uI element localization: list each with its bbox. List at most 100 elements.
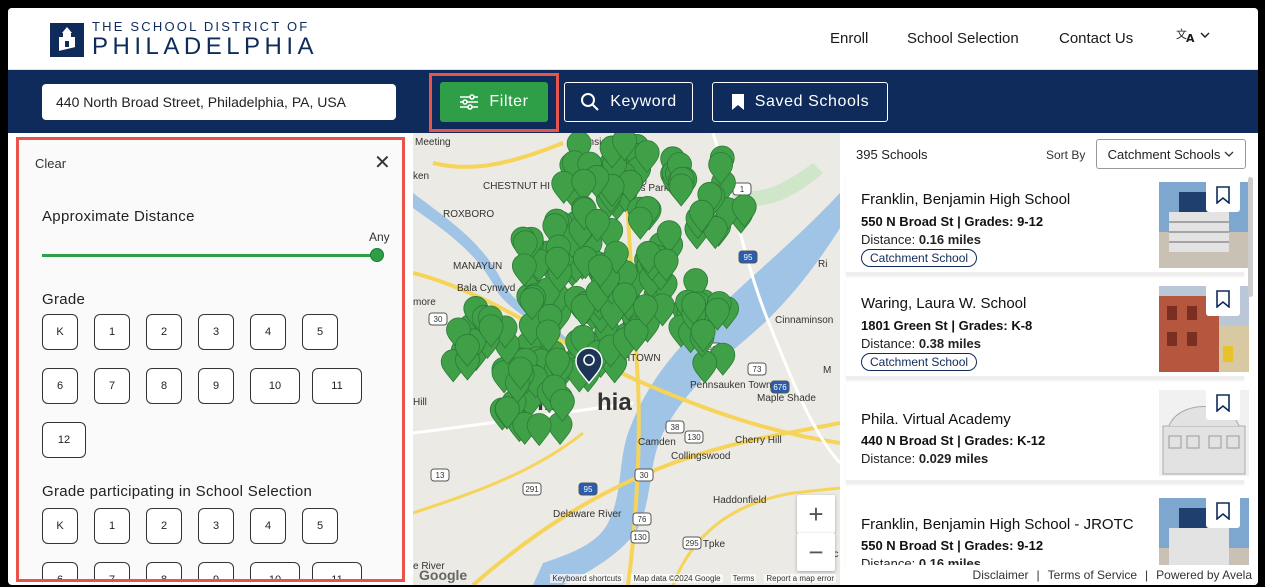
route-shield: 73 [747, 362, 767, 376]
map-place-label: Cinnaminson [775, 315, 833, 326]
school-address: 550 N Broad St | Grades: 9-12 [861, 538, 1044, 553]
grade-option-5[interactable]: 5 [302, 508, 338, 544]
map-place-label: hia [597, 389, 632, 416]
grade-option-9[interactable]: 9 [198, 368, 234, 404]
school-map-pin[interactable] [627, 206, 653, 240]
map-canvas[interactable]: Meeting GlensideCHESTNUT HI ns ParkROXBORO… [413, 133, 840, 585]
school-map[interactable]: Meeting Glenside CHESTNUT HI ns Park ROXBORO… [413, 133, 840, 585]
grade-option-2[interactable]: 2 [146, 508, 182, 544]
grade-option-3[interactable]: 3 [198, 314, 234, 350]
grade-option-k[interactable]: K [42, 314, 78, 350]
bookmark-button[interactable] [1206, 282, 1240, 316]
zoom-out-button[interactable]: − [797, 533, 835, 571]
address-input[interactable] [42, 84, 396, 120]
svg-text:95: 95 [584, 485, 593, 494]
grade-option-11[interactable]: 11 [312, 368, 362, 404]
school-card[interactable]: Franklin, Benjamin High School 550 N Bro… [846, 176, 1249, 276]
grade-option-8[interactable]: 8 [146, 368, 182, 404]
school-name[interactable]: Phila. Virtual Academy [861, 411, 1011, 428]
school-address: 1801 Green St | Grades: K-8 [861, 318, 1033, 333]
grade-option-11[interactable]: 11 [312, 562, 362, 579]
school-map-pin[interactable] [668, 173, 694, 207]
school-map-pin[interactable] [526, 413, 552, 447]
grade-option-9[interactable]: 9 [198, 562, 234, 579]
bookmark-button[interactable] [1206, 494, 1240, 528]
bookmark-button[interactable] [1206, 386, 1240, 420]
sort-by-label: Sort By [1046, 148, 1086, 162]
language-selector[interactable]: 文 A [1176, 26, 1210, 44]
school-card[interactable]: Phila. Virtual Academy 440 N Broad St | … [846, 384, 1249, 484]
grade-option-1[interactable]: 1 [94, 314, 130, 350]
grade-option-5[interactable]: 5 [302, 314, 338, 350]
grade-option-12[interactable]: 12 [42, 422, 86, 458]
map-terms-link[interactable]: Terms [730, 573, 757, 583]
keyword-button[interactable]: Keyword [564, 82, 693, 122]
distance-slider-handle[interactable] [370, 248, 384, 262]
distance-value: Any [369, 230, 390, 244]
map-footer: Keyboard shortcuts Map data ©2024 Google… [413, 571, 840, 585]
svg-text:130: 130 [633, 533, 647, 542]
bookmark-outline-icon [1216, 186, 1230, 204]
grade-option-4[interactable]: 4 [250, 314, 286, 350]
grade-option-2[interactable]: 2 [146, 314, 182, 350]
search-bar: Filter Keyword Saved Schools [8, 70, 1258, 133]
map-place-label: Hill [413, 397, 427, 408]
terms-of-service-link[interactable]: Terms of Service [1048, 568, 1137, 582]
clear-filters-link[interactable]: Clear [35, 156, 66, 171]
results-scrollbar[interactable] [1248, 177, 1253, 297]
bookmark-button[interactable] [1206, 178, 1240, 212]
route-shield: 130 [630, 530, 650, 544]
map-place-label: more [413, 297, 436, 308]
svg-text:291: 291 [525, 485, 539, 494]
route-shield: 95 [578, 482, 598, 496]
school-name[interactable]: Franklin, Benjamin High School - JROTC [861, 516, 1134, 533]
nav-school-selection[interactable]: School Selection [907, 30, 1019, 47]
report-map-error-link[interactable]: Report a map error [764, 573, 836, 583]
filter-highlight-box [429, 73, 559, 132]
svg-text:130: 130 [687, 433, 701, 442]
logo-bottom-text: PHILADELPHIA [92, 33, 319, 60]
grade-option-6[interactable]: 6 [42, 562, 78, 579]
nav-enroll[interactable]: Enroll [830, 30, 868, 47]
map-place-label: Collingswood [671, 451, 730, 462]
keyboard-shortcuts-link[interactable]: Keyboard shortcuts [550, 573, 624, 583]
grade-option-6[interactable]: 6 [42, 368, 78, 404]
chevron-down-icon [1200, 32, 1210, 38]
route-shield: 13 [430, 468, 450, 482]
map-place-label: Camden [638, 437, 676, 448]
grade-option-1[interactable]: 1 [94, 508, 130, 544]
grade-option-7[interactable]: 7 [94, 368, 130, 404]
disclaimer-link[interactable]: Disclaimer [973, 568, 1029, 582]
zoom-in-button[interactable]: + [797, 495, 835, 533]
powered-by-avela-link[interactable]: Powered by Avela [1156, 568, 1252, 582]
map-place-label: Cherry Hill [735, 435, 782, 446]
footer-separator: | [1036, 568, 1040, 582]
grade-option-7[interactable]: 7 [94, 562, 130, 579]
grade-option-4[interactable]: 4 [250, 508, 286, 544]
district-logo[interactable]: THE SCHOOL DISTRICT OF PHILADELPHIA [50, 20, 318, 59]
route-shield: 291 [522, 482, 542, 496]
school-card[interactable]: Waring, Laura W. School 1801 Green St | … [846, 280, 1249, 380]
catchment-badge: Catchment School [861, 249, 978, 267]
grade-option-k[interactable]: K [42, 508, 78, 544]
close-icon[interactable]: ✕ [374, 150, 391, 175]
map-place-label: Ri [818, 259, 827, 270]
grade-option-3[interactable]: 3 [198, 508, 234, 544]
svg-text:95: 95 [744, 253, 753, 262]
chevron-down-icon [1224, 151, 1234, 157]
school-distance: Distance: 0.16 miles [861, 232, 981, 247]
sort-select[interactable]: Catchment Schools [1096, 139, 1246, 169]
school-name[interactable]: Waring, Laura W. School [861, 295, 1026, 312]
grade-option-8[interactable]: 8 [146, 562, 182, 579]
svg-text:76: 76 [638, 515, 647, 524]
distance-slider-track[interactable] [42, 254, 377, 257]
nav-contact-us[interactable]: Contact Us [1059, 30, 1133, 47]
saved-schools-button[interactable]: Saved Schools [712, 82, 888, 122]
site-header: THE SCHOOL DISTRICT OF PHILADELPHIA Enro… [8, 8, 1258, 70]
route-shield: 95 [738, 250, 758, 264]
catchment-badge: Catchment School [861, 353, 978, 371]
grade-option-10[interactable]: 10 [250, 562, 300, 579]
grade-option-10[interactable]: 10 [250, 368, 300, 404]
school-name[interactable]: Franklin, Benjamin High School [861, 191, 1070, 208]
route-shield: 295 [682, 536, 702, 550]
